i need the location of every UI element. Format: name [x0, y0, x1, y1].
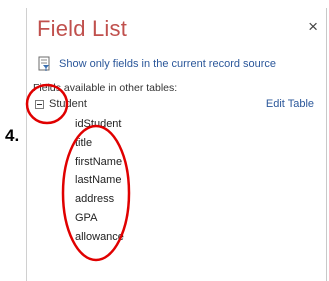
field-item[interactable]: GPA — [75, 209, 124, 228]
step-number: 4. — [5, 126, 20, 145]
field-item[interactable]: allowance — [75, 228, 124, 247]
field-item[interactable]: address — [75, 190, 124, 209]
edit-table-link[interactable]: Edit Table — [266, 98, 314, 110]
show-only-fields-link[interactable]: Show only fields in the current record s… — [37, 56, 320, 72]
close-icon[interactable]: × — [308, 18, 318, 35]
show-only-fields-label[interactable]: Show only fields in the current record s… — [59, 58, 276, 70]
other-tables-label: Fields available in other tables: — [33, 82, 178, 94]
document-filter-icon — [38, 56, 50, 71]
field-item[interactable]: idStudent — [75, 115, 124, 134]
field-item[interactable]: firstName — [75, 153, 124, 172]
table-node-student[interactable]: Student Edit Table — [35, 96, 314, 112]
field-item[interactable]: lastName — [75, 171, 124, 190]
pane-title: Field List — [37, 16, 128, 41]
field-list-pane: Field List × Show only fields in the cur… — [26, 8, 327, 281]
field-item[interactable]: title — [75, 134, 124, 153]
field-list: idStudent title firstName lastName addre… — [75, 115, 124, 247]
collapse-minus-icon[interactable] — [35, 99, 44, 109]
table-name[interactable]: Student — [49, 98, 87, 110]
